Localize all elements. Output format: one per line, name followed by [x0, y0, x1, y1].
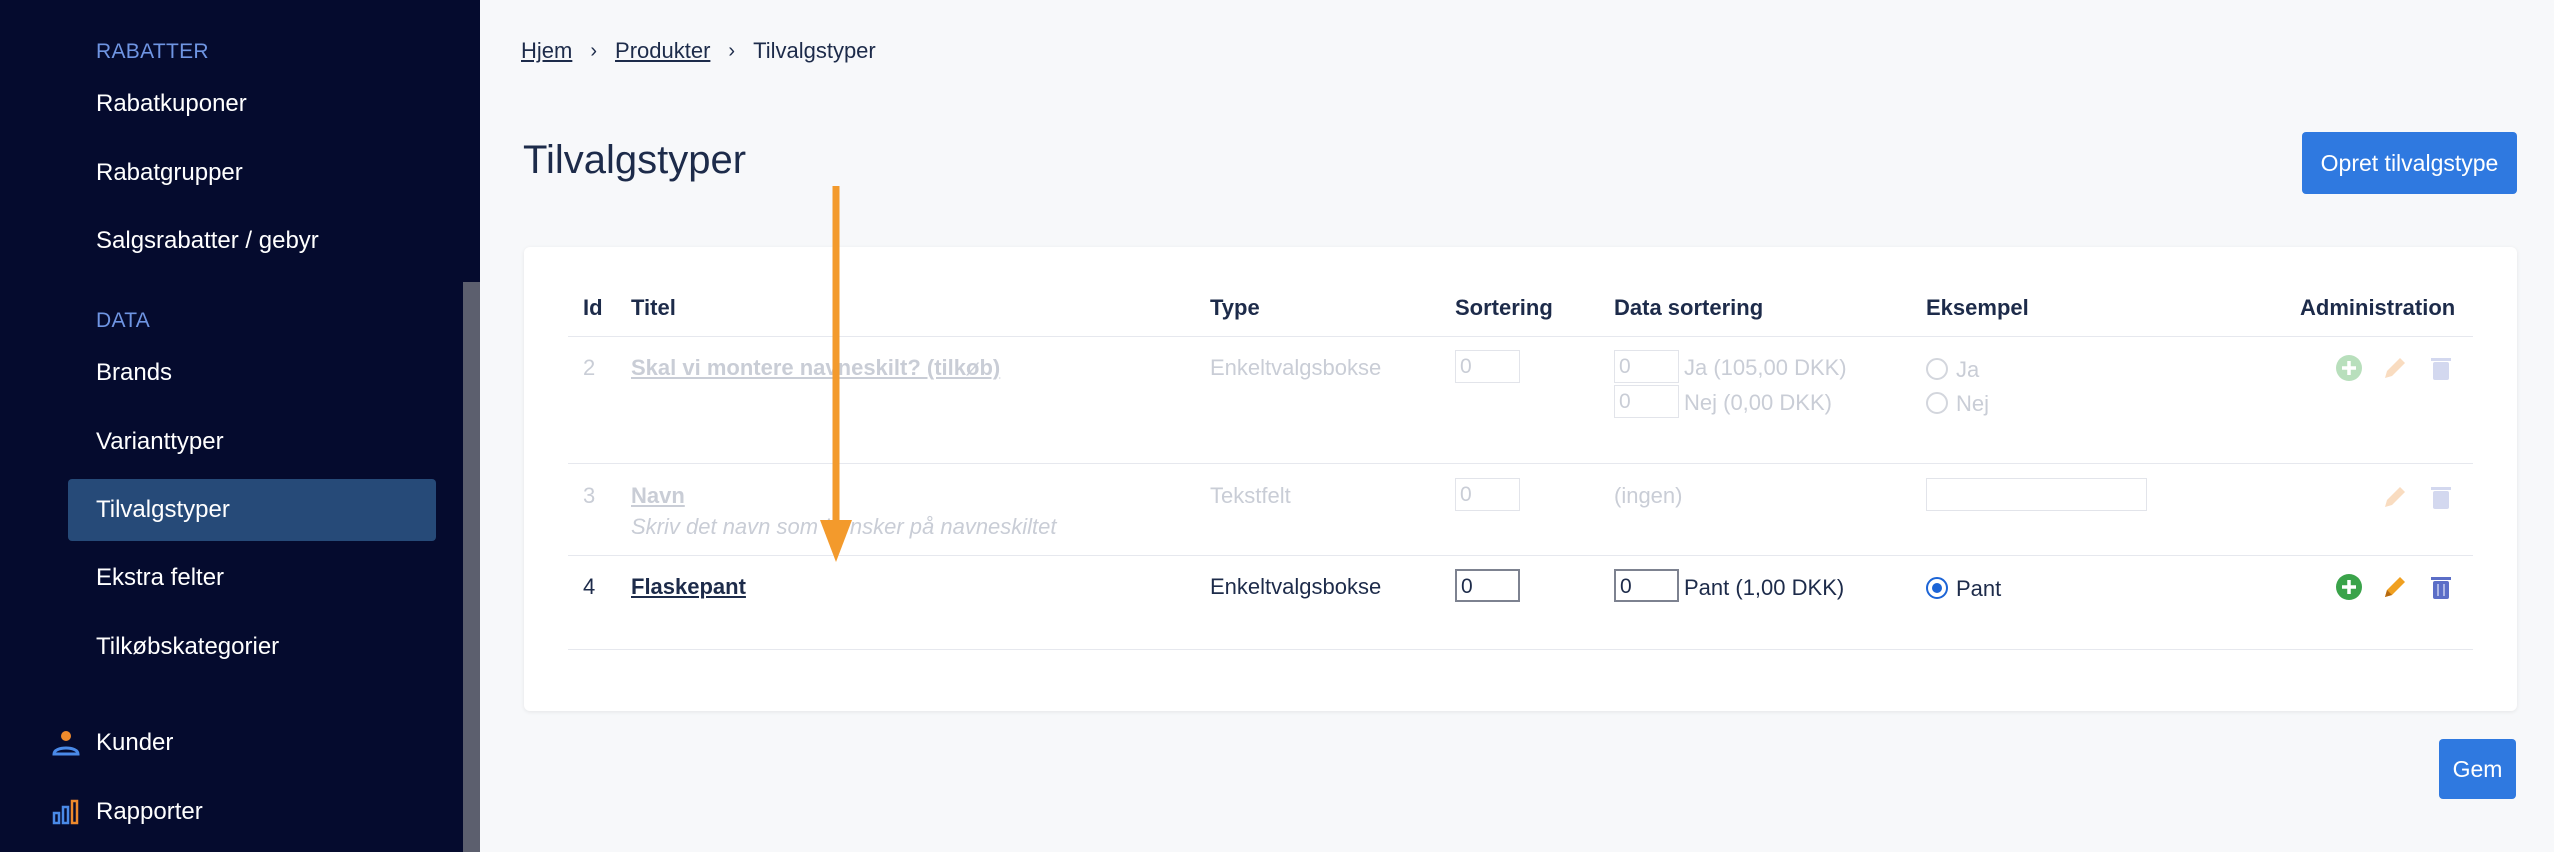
example-radio[interactable]	[1926, 392, 1948, 414]
sidebar-item-rabatgrupper[interactable]: Rabatgrupper	[68, 142, 436, 204]
chevron-right-icon: ›	[590, 39, 598, 62]
example-radio-label: Pant	[1956, 576, 2002, 601]
breadcrumb-current: Tilvalgstyper	[753, 38, 876, 63]
data-sort-input[interactable]: 0	[1614, 569, 1679, 602]
sidebar-item-rabatkuponer[interactable]: Rabatkuponer	[68, 73, 436, 135]
sidebar-item-kunder[interactable]: Kunder	[50, 718, 173, 768]
sidebar: RABATTER Rabatkuponer Rabatgrupper Salgs…	[0, 0, 480, 852]
row-title-link[interactable]: Skal vi montere navneskilt? (tilkøb)	[631, 355, 1000, 381]
edit-icon[interactable]	[2380, 482, 2410, 512]
data-sort-label: Ja (105,00 DKK)	[1684, 355, 1847, 380]
sort-input[interactable]: 0	[1455, 350, 1520, 383]
sidebar-section-data: DATA	[96, 309, 151, 332]
column-header-example: Eksempel	[1926, 295, 2029, 320]
row-id: 3	[583, 483, 596, 508]
divider	[568, 649, 2473, 650]
example-radio[interactable]	[1926, 358, 1948, 380]
divider	[568, 463, 2473, 464]
breadcrumb: Hjem › Produkter › Tilvalgstyper	[521, 38, 876, 64]
edit-icon[interactable]	[2380, 353, 2410, 383]
data-sort-none: (ingen)	[1614, 483, 1683, 508]
sidebar-section-rabatter: RABATTER	[96, 40, 209, 63]
row-id: 2	[583, 355, 596, 380]
column-header-data-sort: Data sortering	[1614, 295, 1764, 320]
column-header-administration: Administration	[2300, 295, 2456, 320]
bar-chart-icon	[50, 796, 82, 828]
example-radio[interactable]	[1926, 577, 1948, 599]
delete-icon[interactable]	[2426, 482, 2456, 512]
row-type: Enkeltvalgsbokse	[1210, 574, 1382, 599]
row-subtitle: Skriv det navn som I ønsker på navneskil…	[631, 514, 1057, 539]
data-sort-input[interactable]: 0	[1614, 350, 1679, 383]
row-title-link[interactable]: Navn	[631, 483, 685, 509]
delete-icon[interactable]	[2426, 353, 2456, 383]
example-radio-label: Nej	[1956, 391, 1990, 416]
sidebar-item-ekstra-felter[interactable]: Ekstra felter	[68, 547, 436, 609]
breadcrumb-link-produkter[interactable]: Produkter	[615, 38, 710, 64]
example-text-input[interactable]	[1926, 478, 2147, 511]
sidebar-item-rapporter[interactable]: Rapporter	[50, 787, 203, 837]
divider	[568, 336, 2473, 337]
sidebar-item-label: Kunder	[96, 729, 174, 756]
person-icon	[50, 727, 82, 759]
data-sort-input[interactable]: 0	[1614, 385, 1679, 418]
create-option-type-button[interactable]: Opret tilvalgstype	[2302, 132, 2517, 194]
add-icon[interactable]	[2334, 572, 2364, 602]
column-header-title: Titel	[631, 295, 676, 320]
row-id: 4	[583, 574, 596, 599]
sidebar-item-salgsrabatter[interactable]: Salgsrabatter / gebyr	[68, 210, 436, 272]
data-sort-label: Pant (1,00 DKK)	[1684, 575, 1845, 600]
data-sort-label: Nej (0,00 DKK)	[1684, 390, 1832, 415]
add-icon[interactable]	[2334, 353, 2364, 383]
sort-input[interactable]: 0	[1455, 569, 1520, 602]
edit-icon[interactable]	[2380, 572, 2410, 602]
sidebar-item-label: Rapporter	[96, 798, 203, 825]
column-header-type: Type	[1210, 295, 1260, 320]
sidebar-item-tilkobskategorier[interactable]: Tilkøbskategorier	[68, 616, 436, 678]
row-title-link[interactable]: Flaskepant	[631, 574, 746, 600]
sort-input[interactable]: 0	[1455, 478, 1520, 511]
sidebar-item-brands[interactable]: Brands	[68, 342, 436, 404]
sidebar-scrollbar[interactable]	[463, 282, 480, 852]
sidebar-item-varianttyper[interactable]: Varianttyper	[68, 411, 436, 473]
sidebar-item-tilvalgstyper[interactable]: Tilvalgstyper	[68, 479, 436, 541]
breadcrumb-link-hjem[interactable]: Hjem	[521, 38, 572, 64]
row-type: Enkeltvalgsbokse	[1210, 355, 1382, 380]
divider	[568, 555, 2473, 556]
save-button[interactable]: Gem	[2439, 739, 2516, 799]
example-radio-label: Ja	[1956, 357, 1980, 382]
delete-icon[interactable]	[2426, 572, 2456, 602]
row-type: Tekstfelt	[1210, 483, 1291, 508]
column-header-id: Id	[583, 295, 603, 320]
chevron-right-icon: ›	[728, 39, 736, 62]
page-title: Tilvalgstyper	[523, 138, 747, 182]
column-header-sort: Sortering	[1455, 295, 1553, 320]
